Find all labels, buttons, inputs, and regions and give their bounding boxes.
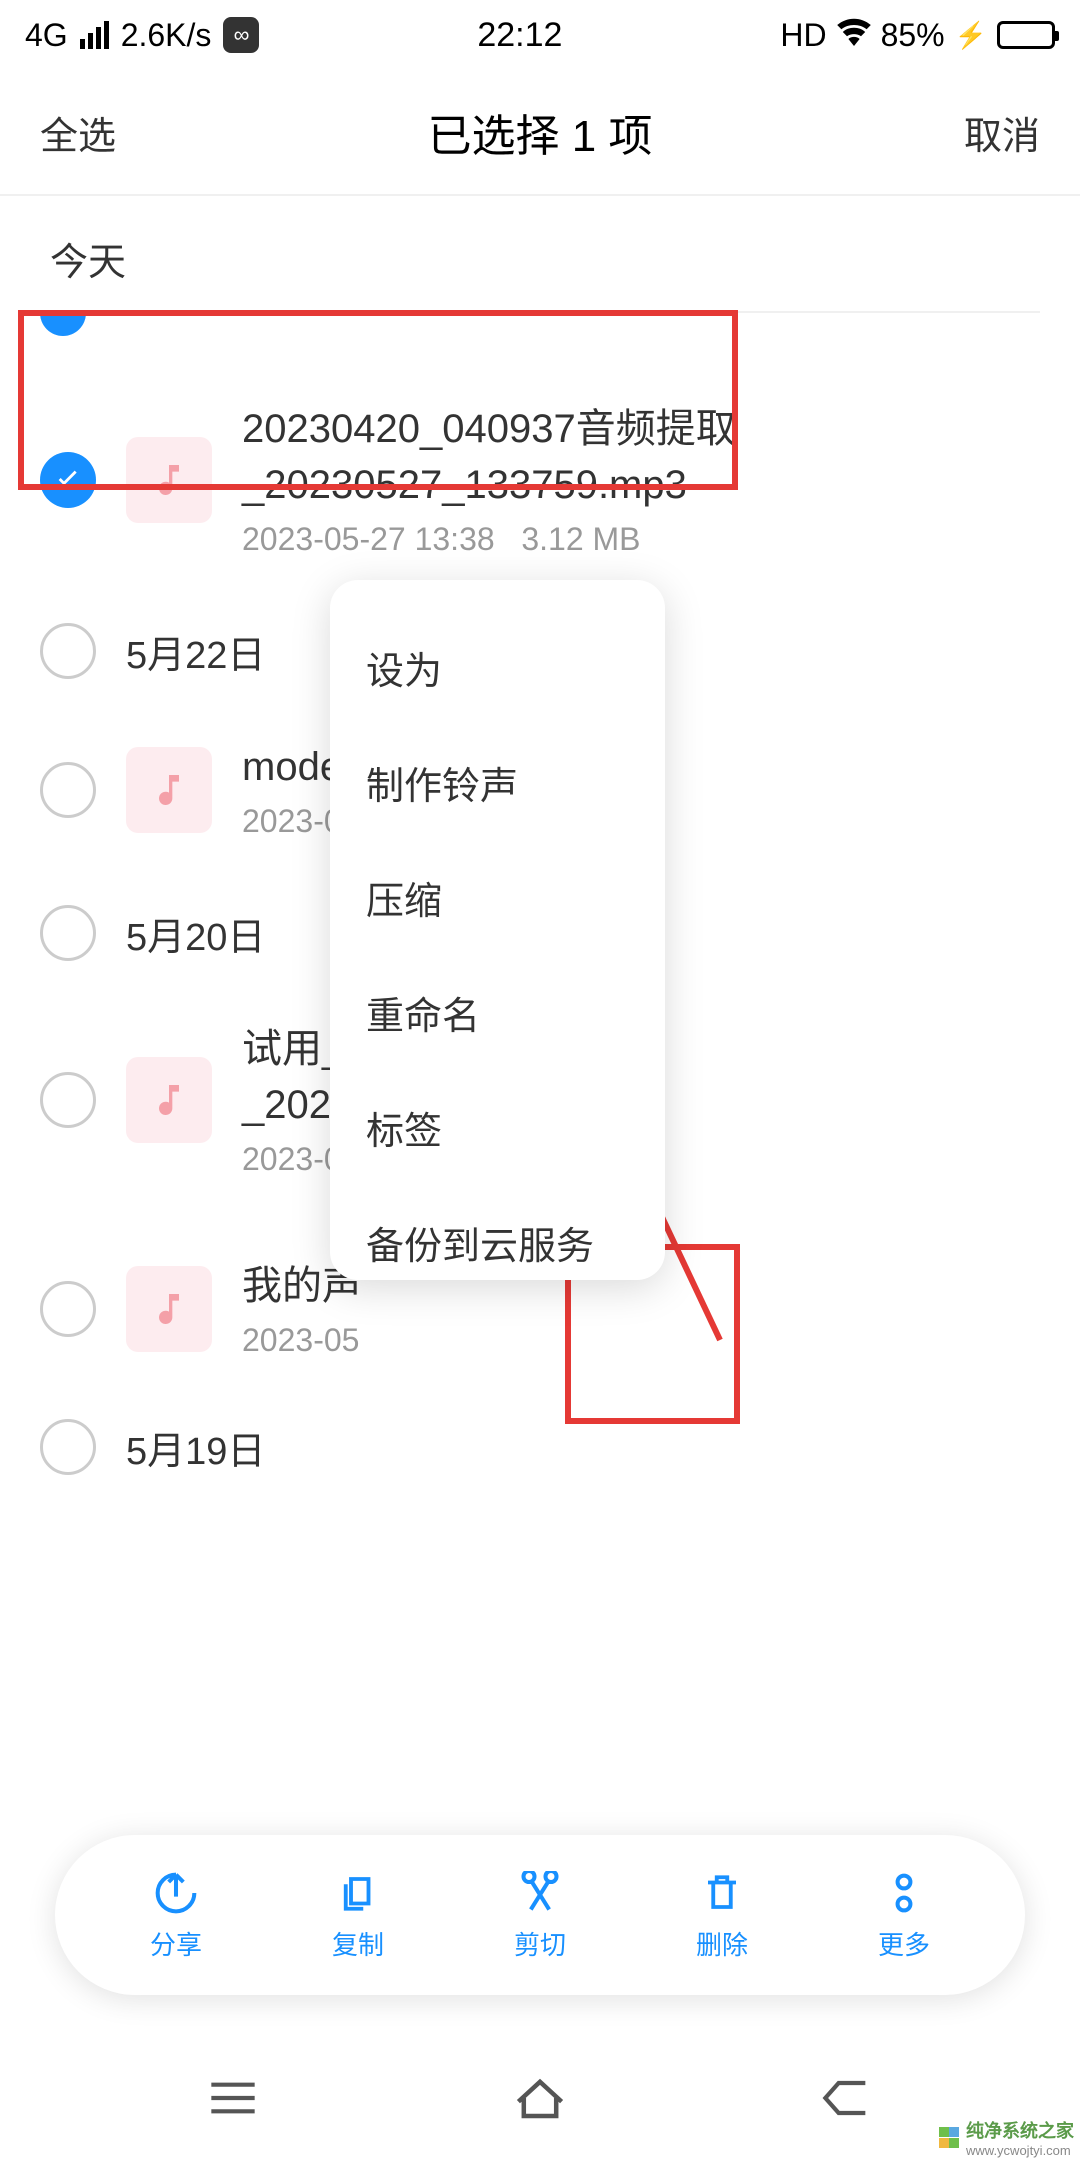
music-file-icon	[126, 437, 212, 523]
signal-icon	[80, 21, 109, 49]
date-row[interactable]: 5月19日	[0, 1389, 1080, 1495]
checkbox-unchecked[interactable]	[40, 1072, 96, 1128]
date-label: 5月22日	[126, 624, 265, 679]
status-bar: 4G 2.6K/s ∞ 22:12 HD 85% ⚡	[0, 0, 1080, 70]
nav-menu-icon[interactable]	[208, 2078, 258, 2123]
copy-icon	[334, 1869, 382, 1917]
file-meta: 2023-05-27 13:38 3.12 MB	[242, 521, 1040, 558]
wifi-icon	[837, 17, 871, 54]
app-indicator-icon: ∞	[223, 17, 259, 53]
charging-icon: ⚡	[955, 20, 987, 51]
date-label: 5月19日	[126, 1420, 265, 1475]
menu-set-as[interactable]: 设为	[330, 610, 665, 725]
music-file-icon	[126, 1266, 212, 1352]
share-button[interactable]: 分享	[150, 1869, 202, 1962]
battery-percent: 85%	[881, 17, 945, 54]
system-nav-bar	[0, 2040, 1080, 2160]
battery-icon	[997, 21, 1055, 49]
section-today: 今天	[0, 196, 1080, 311]
cut-button[interactable]: 剪切	[514, 1869, 566, 1962]
checkbox-unchecked[interactable]	[40, 905, 96, 961]
menu-tag[interactable]: 标签	[330, 1070, 665, 1185]
network-type: 4G	[25, 17, 68, 54]
select-all-button[interactable]: 全选	[40, 105, 116, 160]
date-label: 5月20日	[126, 906, 265, 961]
network-speed: 2.6K/s	[121, 17, 212, 54]
more-button[interactable]: 更多	[878, 1869, 930, 1962]
status-time: 22:12	[477, 16, 562, 55]
delete-icon	[698, 1869, 746, 1917]
cut-icon	[516, 1869, 564, 1917]
checkbox-checked[interactable]	[40, 452, 96, 508]
selection-count-title: 已选择 1 项	[428, 100, 653, 164]
menu-backup[interactable]: 备份到云服务	[330, 1185, 665, 1280]
cancel-button[interactable]: 取消	[964, 105, 1040, 160]
file-name: 20230420_040937音频提取_20230527_133759.mp3	[242, 401, 1040, 513]
file-row-selected[interactable]: 20230420_040937音频提取_20230527_133759.mp3 …	[0, 356, 1080, 603]
menu-rename[interactable]: 重命名	[330, 955, 665, 1070]
music-file-icon	[126, 1057, 212, 1143]
nav-back-icon[interactable]	[822, 2078, 872, 2123]
watermark: 纯净系统之家 www.ycwojtyi.com	[939, 2117, 1074, 2158]
action-toolbar: 分享 复制 剪切 删除 更多	[55, 1835, 1025, 1995]
checkbox-unchecked[interactable]	[40, 623, 96, 679]
checkbox-unchecked[interactable]	[40, 1281, 96, 1337]
share-icon	[152, 1869, 200, 1917]
checkbox-unchecked[interactable]	[40, 762, 96, 818]
checkbox-unchecked[interactable]	[40, 1419, 96, 1475]
more-icon	[880, 1869, 928, 1917]
hd-indicator: HD	[780, 17, 826, 54]
delete-button[interactable]: 删除	[696, 1869, 748, 1962]
selection-header: 全选 已选择 1 项 取消	[0, 70, 1080, 196]
menu-compress[interactable]: 压缩	[330, 840, 665, 955]
music-file-icon	[126, 747, 212, 833]
copy-button[interactable]: 复制	[332, 1869, 384, 1962]
more-options-menu: 设为 制作铃声 压缩 重命名 标签 备份到云服务 打开方式	[330, 580, 665, 1280]
nav-home-icon[interactable]	[513, 2076, 567, 2125]
menu-make-ringtone[interactable]: 制作铃声	[330, 725, 665, 840]
file-meta: 2023-05	[242, 1322, 1040, 1359]
